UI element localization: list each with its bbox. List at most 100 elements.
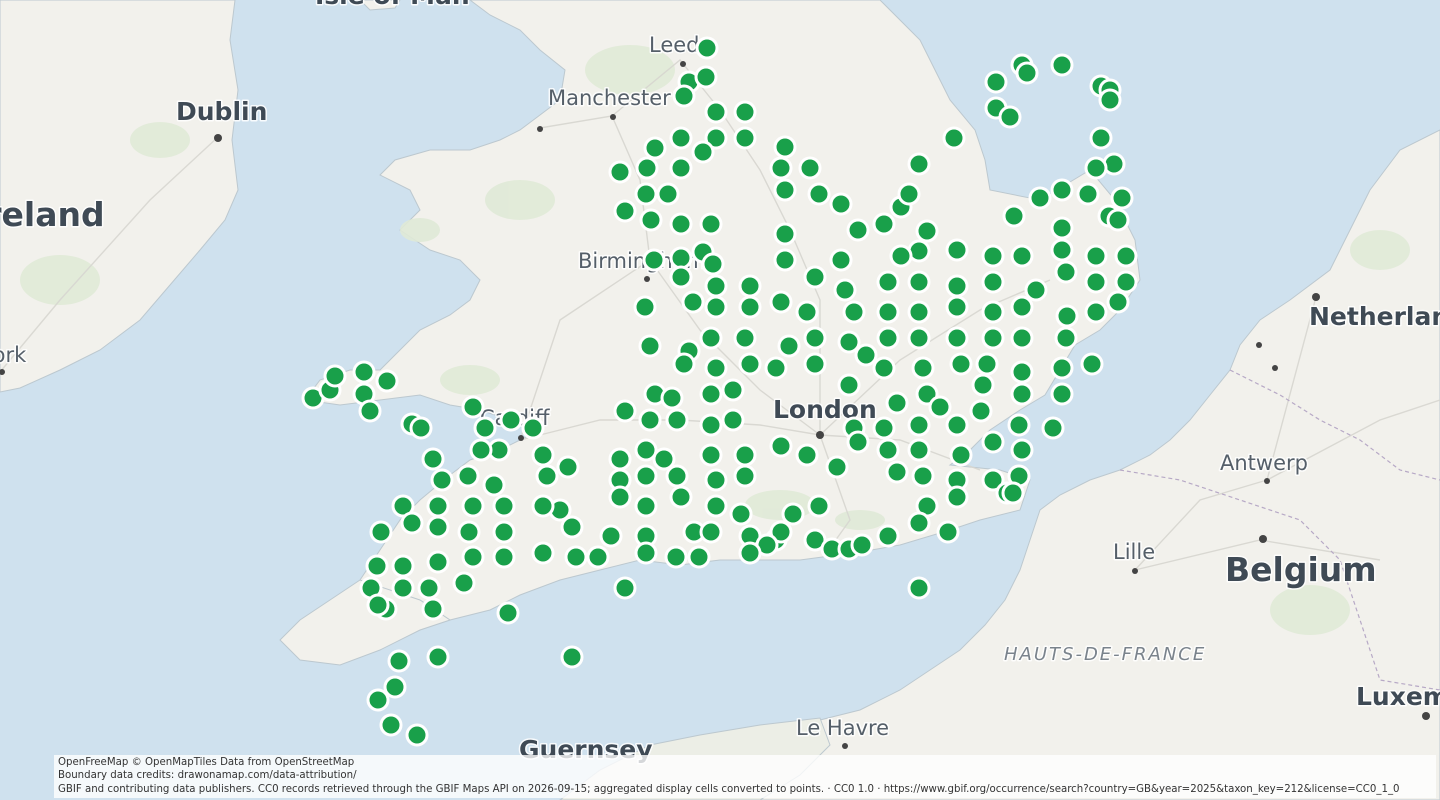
occurrence-marker[interactable] <box>1114 244 1138 268</box>
occurrence-marker[interactable] <box>1114 270 1138 294</box>
occurrence-marker[interactable] <box>635 156 659 180</box>
occurrence-marker[interactable] <box>669 485 693 509</box>
occurrence-marker[interactable] <box>669 156 693 180</box>
occurrence-marker[interactable] <box>837 330 861 354</box>
occurrence-marker[interactable] <box>1098 88 1122 112</box>
occurrence-marker[interactable] <box>738 352 762 376</box>
occurrence-marker[interactable] <box>669 212 693 236</box>
occurrence-marker[interactable] <box>942 126 966 150</box>
occurrence-marker[interactable] <box>461 395 485 419</box>
occurrence-marker[interactable] <box>608 485 632 509</box>
occurrence-marker[interactable] <box>897 182 921 206</box>
occurrence-marker[interactable] <box>945 274 969 298</box>
occurrence-marker[interactable] <box>829 192 853 216</box>
occurrence-marker[interactable] <box>608 160 632 184</box>
occurrence-marker[interactable] <box>773 178 797 202</box>
map-canvas[interactable]: Isle of Man Leeds Manchester Dublin Irel… <box>0 0 1440 800</box>
occurrence-marker[interactable] <box>1084 300 1108 324</box>
occurrence-marker[interactable] <box>738 274 762 298</box>
occurrence-marker[interactable] <box>1089 126 1113 150</box>
occurrence-marker[interactable] <box>426 494 450 518</box>
occurrence-marker[interactable] <box>669 265 693 289</box>
occurrence-marker[interactable] <box>1041 416 1065 440</box>
occurrence-marker[interactable] <box>704 274 728 298</box>
occurrence-marker[interactable] <box>1050 53 1074 77</box>
occurrence-marker[interactable] <box>1054 260 1078 284</box>
occurrence-marker[interactable] <box>426 550 450 574</box>
occurrence-marker[interactable] <box>829 248 853 272</box>
occurrence-marker[interactable] <box>694 65 718 89</box>
occurrence-marker[interactable] <box>876 326 900 350</box>
occurrence-marker[interactable] <box>876 524 900 548</box>
occurrence-marker[interactable] <box>639 208 663 232</box>
occurrence-marker[interactable] <box>975 352 999 376</box>
occurrence-marker[interactable] <box>733 326 757 350</box>
occurrence-marker[interactable] <box>889 244 913 268</box>
occurrence-marker[interactable] <box>907 300 931 324</box>
occurrence-marker[interactable] <box>907 270 931 294</box>
occurrence-marker[interactable] <box>1106 208 1130 232</box>
occurrence-marker[interactable] <box>949 443 973 467</box>
occurrence-marker[interactable] <box>1002 204 1026 228</box>
occurrence-marker[interactable] <box>499 408 523 432</box>
occurrence-marker[interactable] <box>375 369 399 393</box>
occurrence-marker[interactable] <box>1010 382 1034 406</box>
occurrence-marker[interactable] <box>469 438 493 462</box>
occurrence-marker[interactable] <box>387 649 411 673</box>
occurrence-marker[interactable] <box>492 520 516 544</box>
occurrence-marker[interactable] <box>911 356 935 380</box>
occurrence-marker[interactable] <box>665 464 689 488</box>
occurrence-marker[interactable] <box>1084 270 1108 294</box>
occurrence-marker[interactable] <box>807 494 831 518</box>
occurrence-marker[interactable] <box>669 126 693 150</box>
occurrence-marker[interactable] <box>492 494 516 518</box>
occurrence-marker[interactable] <box>738 295 762 319</box>
occurrence-marker[interactable] <box>1028 186 1052 210</box>
occurrence-marker[interactable] <box>850 533 874 557</box>
occurrence-marker[interactable] <box>379 713 403 737</box>
occurrence-marker[interactable] <box>405 723 429 747</box>
occurrence-marker[interactable] <box>1007 413 1031 437</box>
occurrence-marker[interactable] <box>833 278 857 302</box>
occurrence-marker[interactable] <box>699 326 723 350</box>
occurrence-marker[interactable] <box>769 434 793 458</box>
occurrence-marker[interactable] <box>417 576 441 600</box>
occurrence-marker[interactable] <box>837 373 861 397</box>
occurrence-marker[interactable] <box>633 295 657 319</box>
occurrence-marker[interactable] <box>872 356 896 380</box>
occurrence-marker[interactable] <box>1050 238 1074 262</box>
occurrence-marker[interactable] <box>704 356 728 380</box>
occurrence-marker[interactable] <box>733 464 757 488</box>
occurrence-marker[interactable] <box>1010 438 1034 462</box>
occurrence-marker[interactable] <box>885 391 909 415</box>
occurrence-marker[interactable] <box>586 545 610 569</box>
occurrence-marker[interactable] <box>981 270 1005 294</box>
occurrence-marker[interactable] <box>409 416 433 440</box>
occurrence-marker[interactable] <box>366 593 390 617</box>
occurrence-marker[interactable] <box>704 468 728 492</box>
occurrence-marker[interactable] <box>854 343 878 367</box>
occurrence-marker[interactable] <box>383 675 407 699</box>
occurrence-marker[interactable] <box>825 455 849 479</box>
occurrence-marker[interactable] <box>764 356 788 380</box>
occurrence-marker[interactable] <box>872 416 896 440</box>
occurrence-marker[interactable] <box>981 300 1005 324</box>
occurrence-marker[interactable] <box>665 408 689 432</box>
occurrence-marker[interactable] <box>400 511 424 535</box>
occurrence-marker[interactable] <box>795 300 819 324</box>
occurrence-marker[interactable] <box>846 430 870 454</box>
occurrence-marker[interactable] <box>421 447 445 471</box>
occurrence-marker[interactable] <box>1010 244 1034 268</box>
occurrence-marker[interactable] <box>872 212 896 236</box>
occurrence-marker[interactable] <box>1010 326 1034 350</box>
occurrence-marker[interactable] <box>936 520 960 544</box>
occurrence-marker[interactable] <box>687 545 711 569</box>
occurrence-marker[interactable] <box>1080 352 1104 376</box>
occurrence-marker[interactable] <box>777 334 801 358</box>
occurrence-marker[interactable] <box>535 464 559 488</box>
occurrence-marker[interactable] <box>733 443 757 467</box>
occurrence-marker[interactable] <box>634 464 658 488</box>
occurrence-marker[interactable] <box>721 378 745 402</box>
occurrence-marker[interactable] <box>803 352 827 376</box>
occurrence-marker[interactable] <box>457 520 481 544</box>
